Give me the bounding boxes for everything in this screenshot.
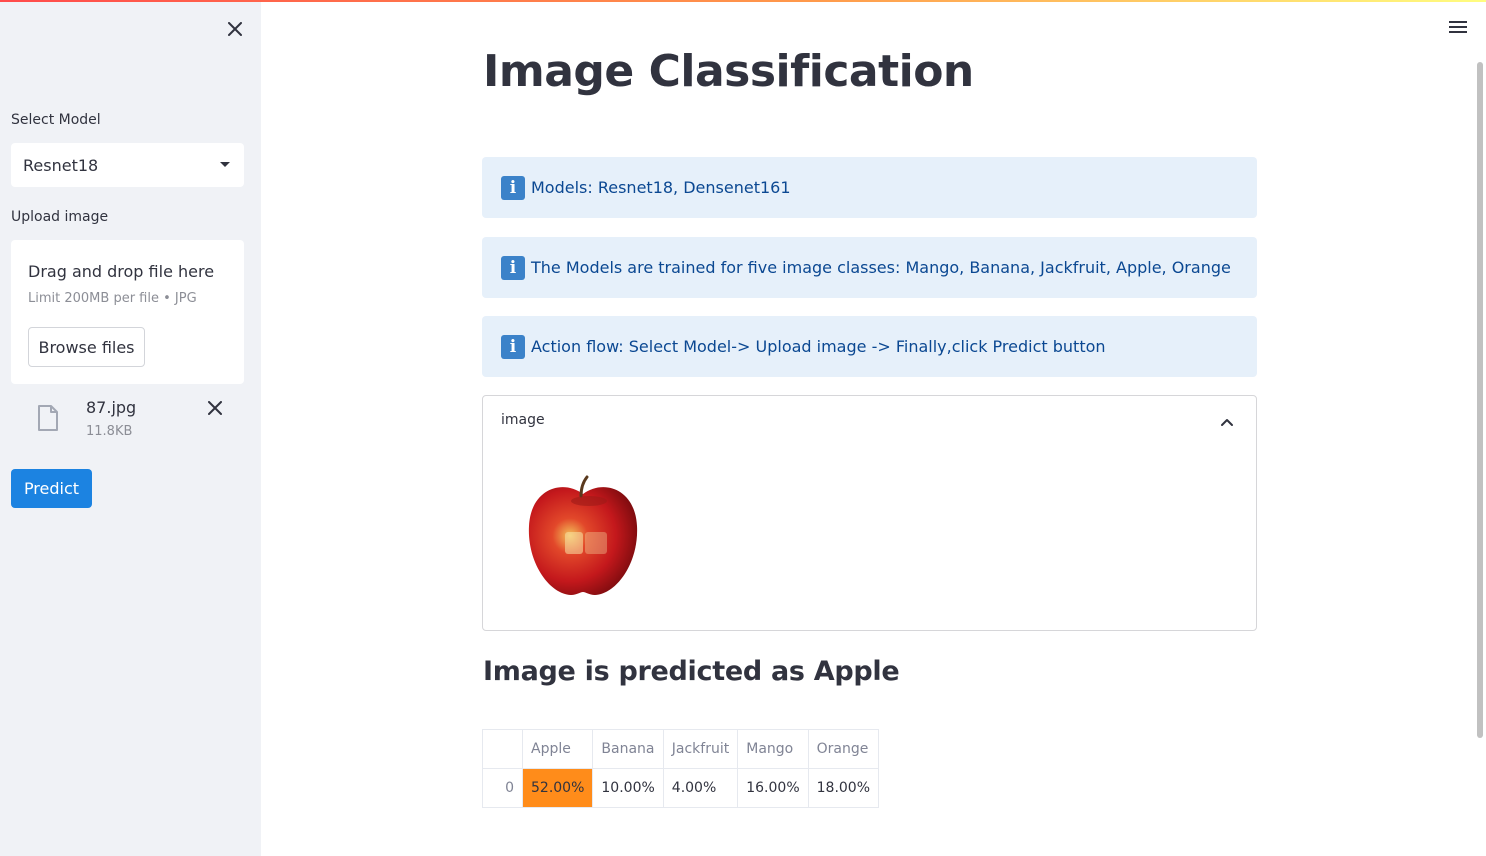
- cell-apple: 52.00%: [521, 768, 594, 808]
- info-icon: i: [501, 334, 525, 359]
- file-name: 87.jpg: [86, 398, 137, 417]
- info-box-action-flow: i Action flow: Select Model-> Upload ima…: [482, 316, 1257, 377]
- select-model-label: Select Model: [11, 112, 101, 128]
- info-text: Action flow: Select Model-> Upload image…: [531, 337, 1106, 356]
- browse-files-button[interactable]: Browse files: [28, 327, 145, 367]
- info-icon: i: [501, 255, 525, 280]
- model-select-value: Resnet18: [23, 155, 99, 175]
- index-header: [482, 729, 523, 769]
- cell-jackfruit: 4.00%: [662, 768, 739, 808]
- remove-file-icon[interactable]: [205, 398, 225, 418]
- column-header-banana[interactable]: Banana: [592, 729, 664, 769]
- column-header-apple[interactable]: Apple: [521, 729, 594, 769]
- upload-image-label: Upload image: [11, 209, 109, 225]
- row-index: 0: [482, 768, 523, 808]
- page-title: Image Classification: [483, 46, 974, 97]
- close-sidebar-icon[interactable]: [223, 17, 247, 41]
- chevron-up-icon[interactable]: [1217, 413, 1237, 433]
- predict-button[interactable]: Predict: [11, 469, 92, 508]
- cell-banana: 10.00%: [592, 768, 664, 808]
- expander-header[interactable]: image: [501, 412, 545, 428]
- prediction-table: Apple Banana Jackfruit Mango Orange 0 52…: [482, 729, 880, 808]
- info-box-models: i Models: Resnet18, Densenet161: [482, 157, 1257, 218]
- top-decoration-bar: [0, 0, 1486, 2]
- column-header-jackfruit[interactable]: Jackfruit: [662, 729, 739, 769]
- cell-mango: 16.00%: [737, 768, 809, 808]
- table-header-row: Apple Banana Jackfruit Mango Orange: [482, 729, 880, 769]
- sidebar: Select Model Resnet18 Upload image Drag …: [0, 0, 261, 856]
- main-menu-icon[interactable]: [1446, 17, 1470, 37]
- info-text: The Models are trained for five image cl…: [531, 258, 1231, 277]
- dropzone-limit: Limit 200MB per file • JPG: [28, 291, 197, 306]
- file-icon: [37, 404, 59, 436]
- uploaded-image: [523, 474, 643, 603]
- cell-orange: 18.00%: [807, 768, 880, 808]
- scrollbar[interactable]: [1477, 62, 1483, 738]
- file-size: 11.8KB: [86, 424, 133, 439]
- uploaded-file: 87.jpg 11.8KB: [11, 394, 244, 450]
- prediction-heading: Image is predicted as Apple: [483, 656, 900, 687]
- chevron-down-icon: [220, 162, 230, 167]
- file-dropzone[interactable]: Drag and drop file here Limit 200MB per …: [11, 240, 244, 384]
- column-header-orange[interactable]: Orange: [807, 729, 880, 769]
- model-select[interactable]: Resnet18: [11, 143, 244, 187]
- info-box-classes: i The Models are trained for five image …: [482, 237, 1257, 298]
- info-icon: i: [501, 175, 525, 200]
- table-row: 0 52.00% 10.00% 4.00% 16.00% 18.00%: [482, 768, 880, 808]
- dropzone-title: Drag and drop file here: [28, 262, 215, 281]
- column-header-mango[interactable]: Mango: [737, 729, 809, 769]
- info-text: Models: Resnet18, Densenet161: [531, 178, 791, 197]
- image-expander: image: [482, 395, 1257, 631]
